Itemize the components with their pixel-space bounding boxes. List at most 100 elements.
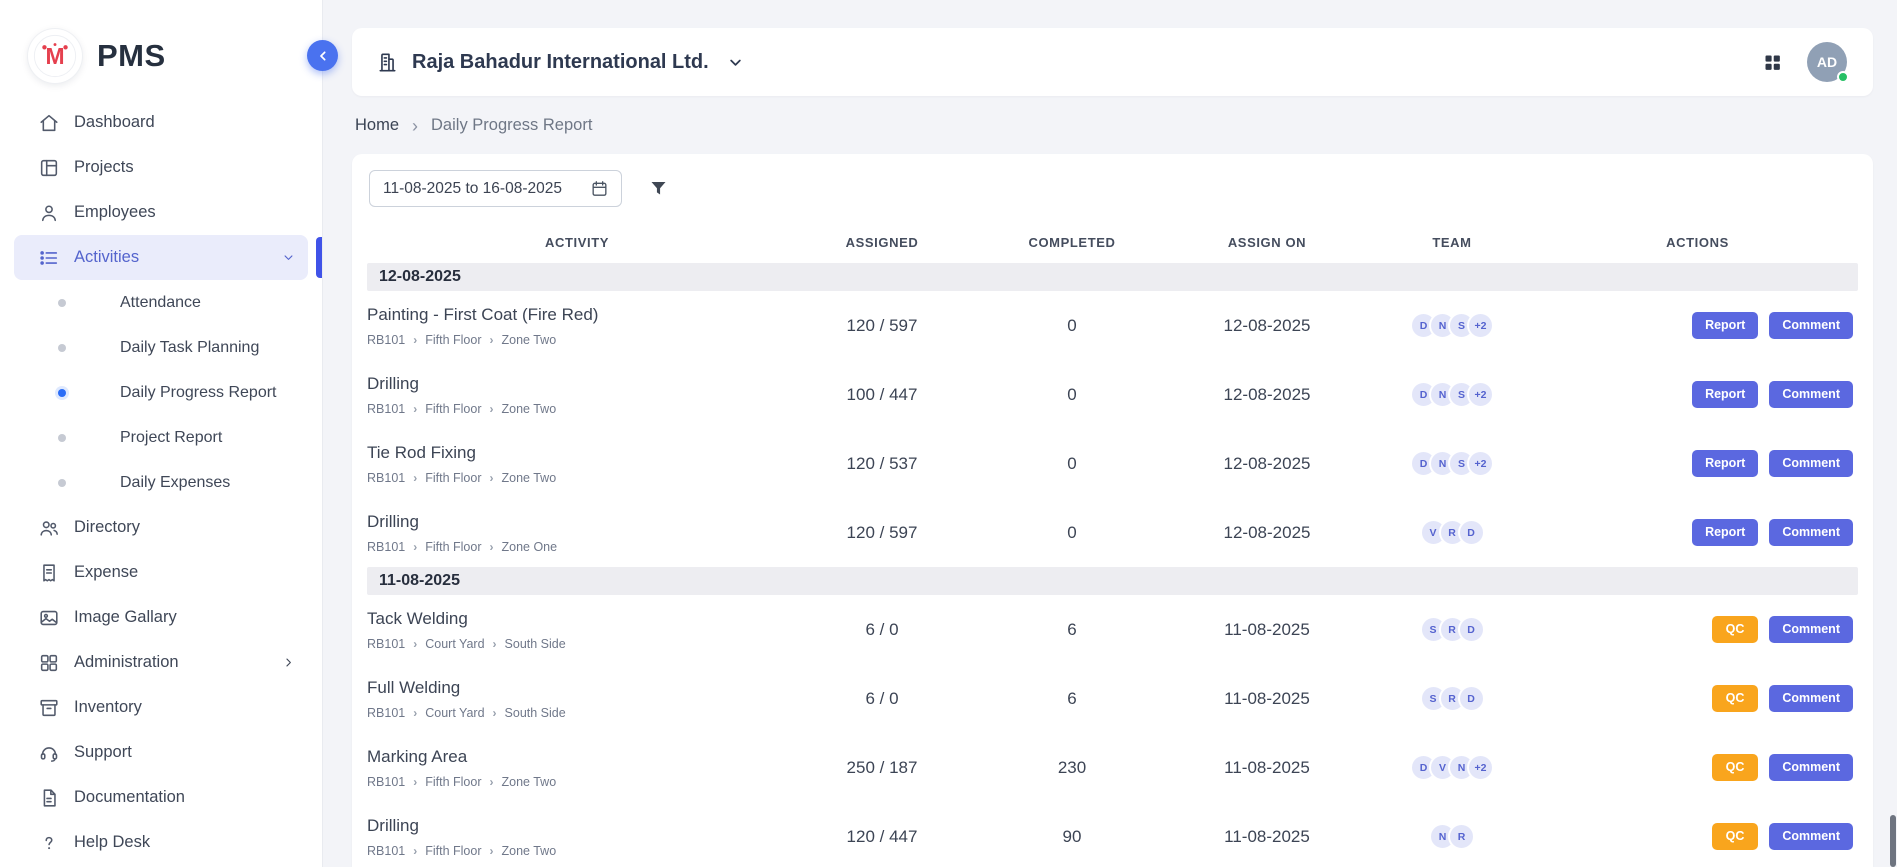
sidebar-subitem-daily-progress-report[interactable]: Daily Progress Report: [0, 370, 322, 415]
assign-on-date: 11-08-2025: [1167, 758, 1367, 778]
completed-value: 6: [977, 620, 1167, 640]
directory-icon: [38, 517, 60, 539]
completed-value: 0: [977, 454, 1167, 474]
row-actions: Report Comment: [1537, 519, 1858, 546]
sidebar-item-projects[interactable]: Projects: [14, 145, 308, 190]
sidebar-subitem-project-report[interactable]: Project Report: [0, 415, 322, 460]
comment-button[interactable]: Comment: [1769, 685, 1853, 712]
activities-icon: [38, 247, 60, 269]
chevron-right-icon: ›: [412, 117, 418, 135]
path-segment: RB101: [367, 402, 405, 416]
path-segment: South Side: [505, 637, 566, 651]
bullet-dot-icon: [58, 344, 66, 352]
avatar-initials: AD: [1817, 54, 1837, 70]
path-separator: ›: [490, 540, 494, 554]
sidebar-collapse-button[interactable]: [307, 40, 338, 71]
company-selector[interactable]: Raja Bahadur International Ltd.: [376, 51, 745, 74]
report-button[interactable]: Report: [1692, 312, 1758, 339]
path-separator: ›: [413, 402, 417, 416]
sidebar-menu: Dashboard Projects Employees Activities …: [0, 100, 322, 867]
main-area: Raja Bahadur International Ltd. AD Home …: [323, 0, 1897, 867]
path-segment: Zone Two: [502, 775, 557, 789]
path-segment: Zone Two: [502, 844, 557, 858]
sidebar-subitem-attendance[interactable]: Attendance: [0, 280, 322, 325]
comment-button[interactable]: Comment: [1769, 823, 1853, 850]
comment-button[interactable]: Comment: [1769, 616, 1853, 643]
row-actions: Report Comment: [1537, 450, 1858, 477]
team-member-avatar: D: [1458, 519, 1485, 546]
path-separator: ›: [490, 471, 494, 485]
assigned-value: 6 / 0: [787, 689, 977, 709]
table-row: Painting - First Coat (Fire Red) RB101›F…: [367, 291, 1858, 360]
home-icon: [38, 112, 60, 134]
app-title: PMS: [97, 38, 166, 74]
comment-button[interactable]: Comment: [1769, 312, 1853, 339]
path-segment: Zone One: [502, 540, 558, 554]
path-separator: ›: [493, 637, 497, 651]
qc-button[interactable]: QC: [1712, 823, 1759, 850]
path-segment: Court Yard: [425, 706, 484, 720]
sidebar-item-help-desk[interactable]: Help Desk: [14, 820, 308, 865]
pms-logo-icon[interactable]: M: [28, 29, 82, 83]
sidebar-item-activities[interactable]: Activities: [14, 235, 308, 280]
team-avatars: SRD: [1367, 685, 1537, 712]
bullet-dot-icon: [58, 479, 66, 487]
calendar-icon: [590, 179, 609, 198]
team-avatars: DNS+2: [1367, 312, 1537, 339]
report-button[interactable]: Report: [1692, 381, 1758, 408]
group-date-label: 11-08-2025: [379, 572, 460, 590]
completed-value: 6: [977, 689, 1167, 709]
completed-value: 0: [977, 385, 1167, 405]
activity-name: Full Welding: [367, 678, 787, 698]
sidebar-item-inventory[interactable]: Inventory: [14, 685, 308, 730]
sidebar-item-image-gallary[interactable]: Image Gallary: [14, 595, 308, 640]
sidebar-subitem-daily-expenses[interactable]: Daily Expenses: [0, 460, 322, 505]
sidebar-item-expense[interactable]: Expense: [14, 550, 308, 595]
sidebar-item-dashboard[interactable]: Dashboard: [14, 100, 308, 145]
breadcrumb-home[interactable]: Home: [355, 116, 399, 135]
team-avatars: DVN+2: [1367, 754, 1537, 781]
table-row: Drilling RB101›Fifth Floor›Zone Two 120 …: [367, 802, 1858, 867]
team-member-avatar: D: [1458, 616, 1485, 643]
path-segment: Fifth Floor: [425, 402, 481, 416]
completed-value: 0: [977, 523, 1167, 543]
apps-grid-icon[interactable]: [1762, 52, 1783, 73]
row-actions: QC Comment: [1537, 823, 1858, 850]
sidebar-item-documentation[interactable]: Documentation: [14, 775, 308, 820]
qc-button[interactable]: QC: [1712, 685, 1759, 712]
path-segment: Court Yard: [425, 637, 484, 651]
report-button[interactable]: Report: [1692, 519, 1758, 546]
sidebar-subitem-daily-task-planning[interactable]: Daily Task Planning: [0, 325, 322, 370]
app-root: M PMS Dashboard Projects Employees Activ…: [0, 0, 1897, 867]
sidebar-item-administration[interactable]: Administration: [14, 640, 308, 685]
filters-row: 11-08-2025 to 16-08-2025: [369, 170, 1858, 207]
table-row: Marking Area RB101›Fifth Floor›Zone Two …: [367, 733, 1858, 802]
team-member-avatar: D: [1458, 685, 1485, 712]
user-avatar[interactable]: AD: [1807, 42, 1847, 82]
date-range-input[interactable]: 11-08-2025 to 16-08-2025: [369, 170, 622, 207]
path-separator: ›: [413, 844, 417, 858]
sidebar-item-employees[interactable]: Employees: [14, 190, 308, 235]
scrollbar-thumb[interactable]: [1890, 815, 1896, 867]
filter-icon[interactable]: [648, 178, 669, 199]
team-more-badge: +2: [1467, 754, 1494, 781]
scrollbar[interactable]: [1889, 0, 1897, 867]
comment-button[interactable]: Comment: [1769, 519, 1853, 546]
projects-icon: [38, 157, 60, 179]
column-header-team: TEAM: [1367, 235, 1537, 250]
qc-button[interactable]: QC: [1712, 616, 1759, 643]
activity-name: Drilling: [367, 512, 787, 532]
sidebar-item-support[interactable]: Support: [14, 730, 308, 775]
report-button[interactable]: Report: [1692, 450, 1758, 477]
column-header-activity: ACTIVITY: [367, 235, 787, 250]
activity-name: Drilling: [367, 374, 787, 394]
comment-button[interactable]: Comment: [1769, 450, 1853, 477]
path-separator: ›: [490, 844, 494, 858]
sidebar-item-directory[interactable]: Directory: [14, 505, 308, 550]
row-actions: Report Comment: [1537, 312, 1858, 339]
comment-button[interactable]: Comment: [1769, 381, 1853, 408]
qc-button[interactable]: QC: [1712, 754, 1759, 781]
comment-button[interactable]: Comment: [1769, 754, 1853, 781]
assign-on-date: 11-08-2025: [1167, 827, 1367, 847]
column-header-actions: ACTIONS: [1537, 235, 1858, 250]
